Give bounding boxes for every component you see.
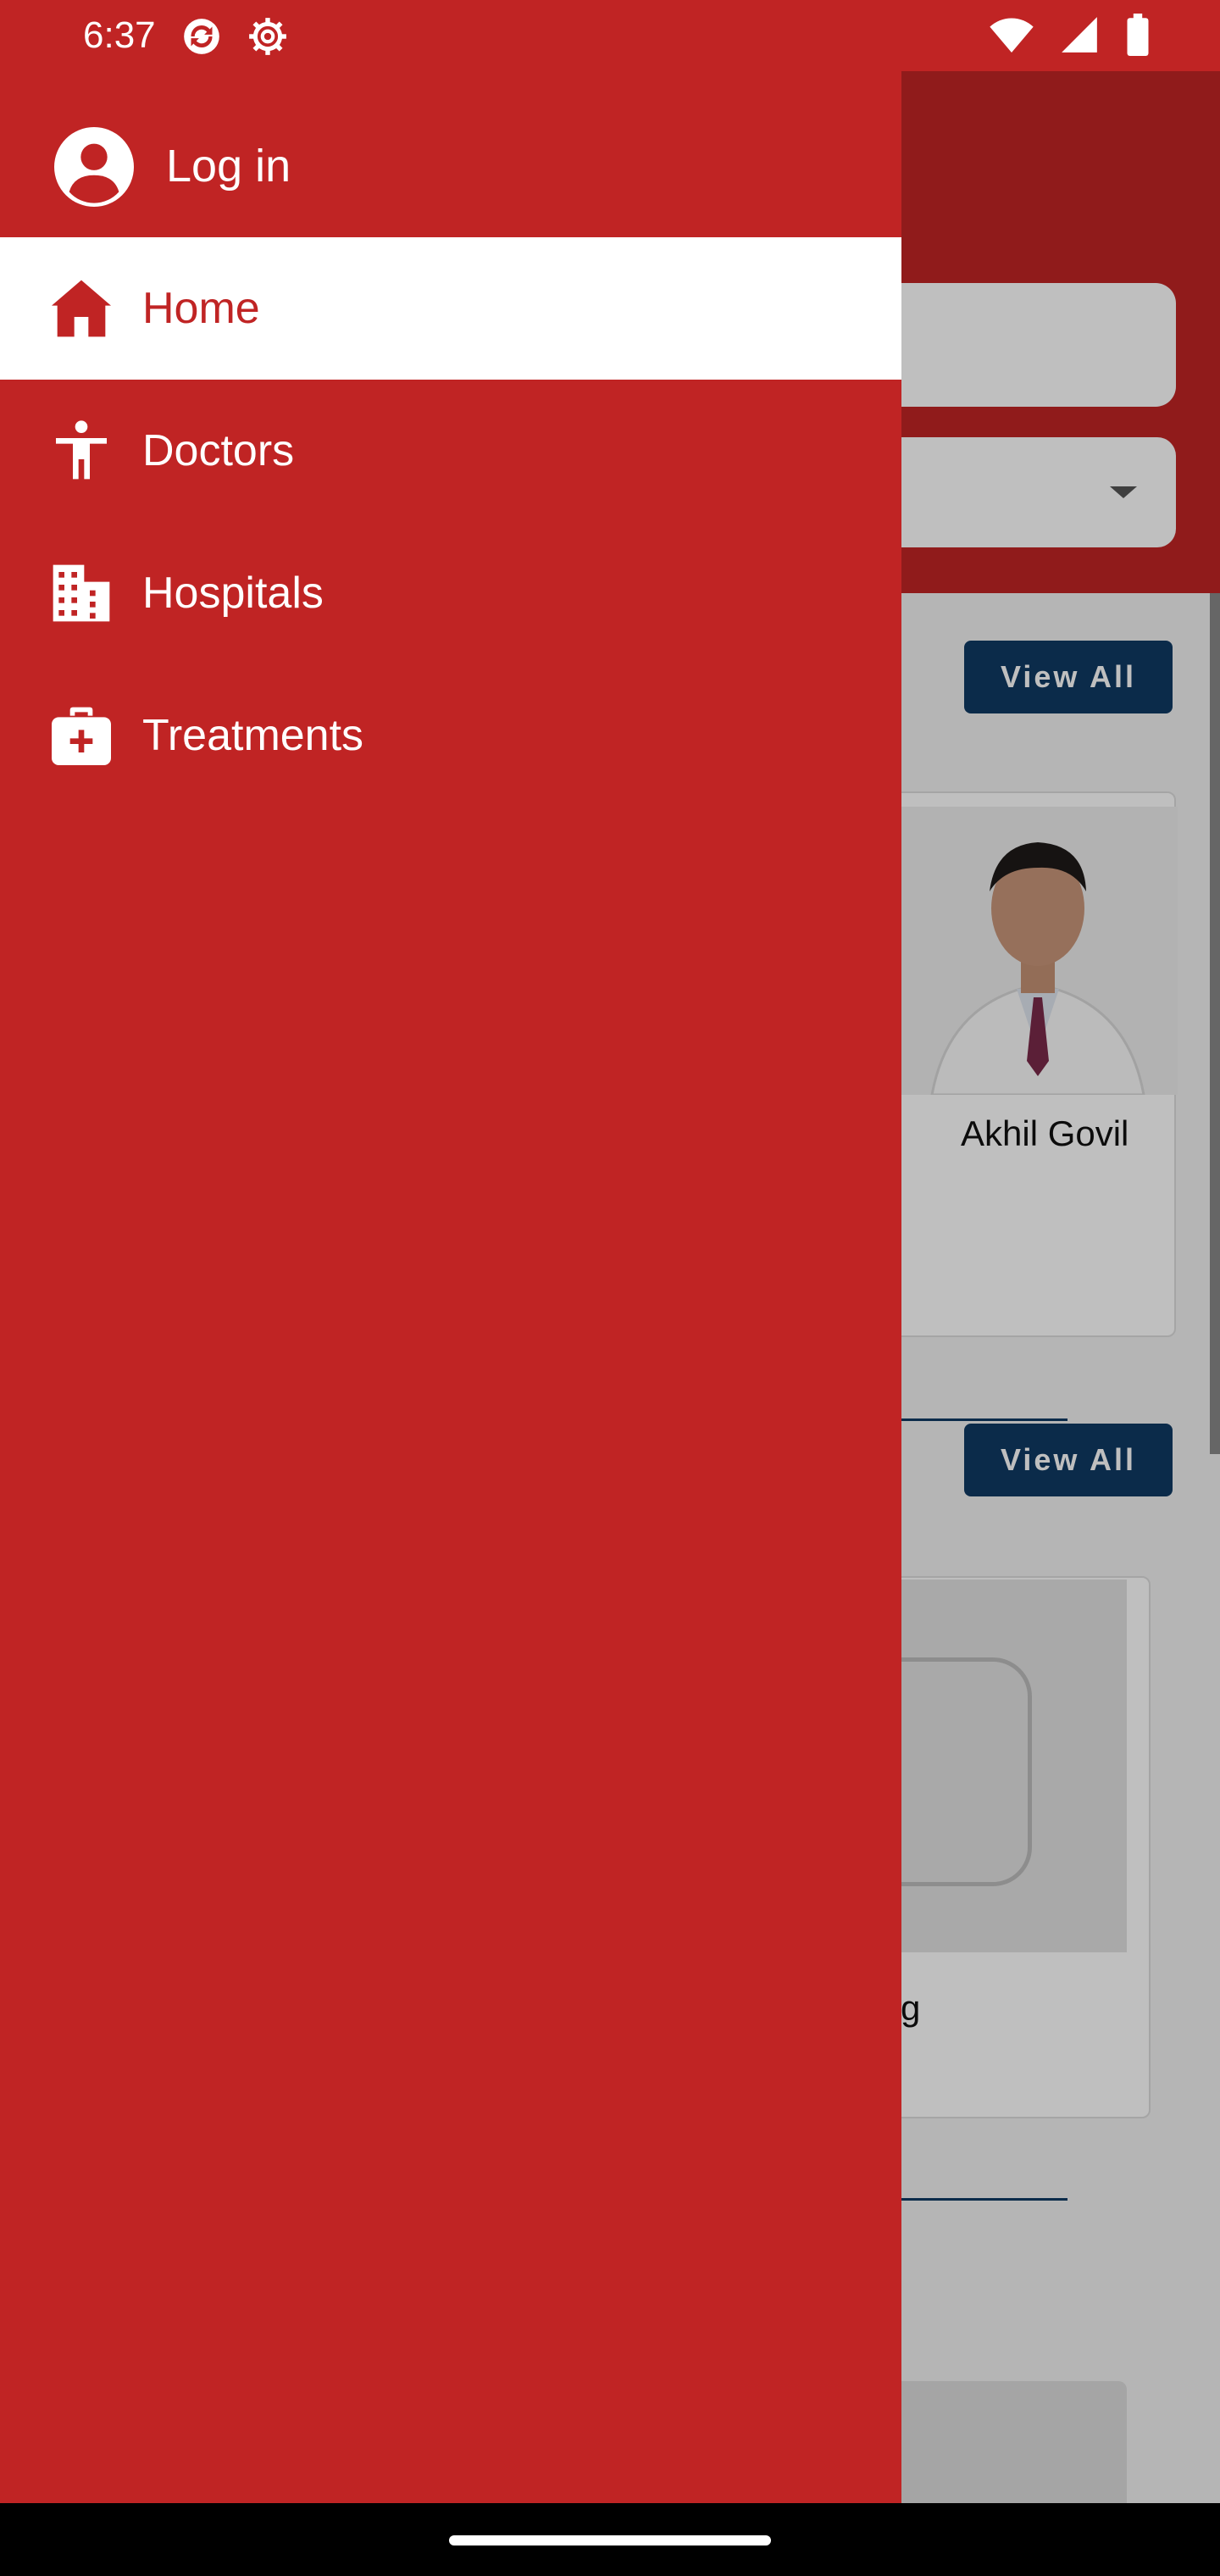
login-label: Log in — [166, 141, 291, 192]
signal-icon — [1062, 17, 1097, 53]
drawer-item-hospitals[interactable]: Hospitals — [0, 522, 901, 664]
home-gesture-indicator[interactable] — [449, 2535, 771, 2545]
status-bar: 6:37 — [0, 0, 1220, 71]
drawer-header[interactable]: Log in — [0, 71, 901, 237]
drawer-item-home[interactable]: Home — [0, 237, 901, 380]
person-icon — [56, 420, 107, 480]
drawer-item-label: Hospitals — [142, 569, 324, 618]
drawer-item-treatments[interactable]: Treatments — [0, 664, 901, 807]
drawer-item-label: Home — [142, 284, 260, 333]
status-time: 6:37 — [83, 14, 156, 56]
building-icon — [53, 564, 110, 622]
wifi-icon — [990, 18, 1034, 53]
drawer-item-label: Treatments — [142, 711, 364, 760]
sync-icon — [184, 19, 219, 54]
system-nav-bar — [0, 2503, 1220, 2576]
medical-bag-icon — [52, 707, 111, 765]
account-circle-icon — [54, 127, 134, 207]
drawer-item-doctors[interactable]: Doctors — [0, 380, 901, 522]
drawer-item-label: Doctors — [142, 426, 295, 475]
navigation-drawer: Log in Home Doctors Hospitals Treatments — [0, 71, 901, 2503]
home-icon — [52, 280, 111, 337]
battery-icon — [1127, 14, 1149, 56]
settings-gear-icon — [249, 18, 286, 55]
